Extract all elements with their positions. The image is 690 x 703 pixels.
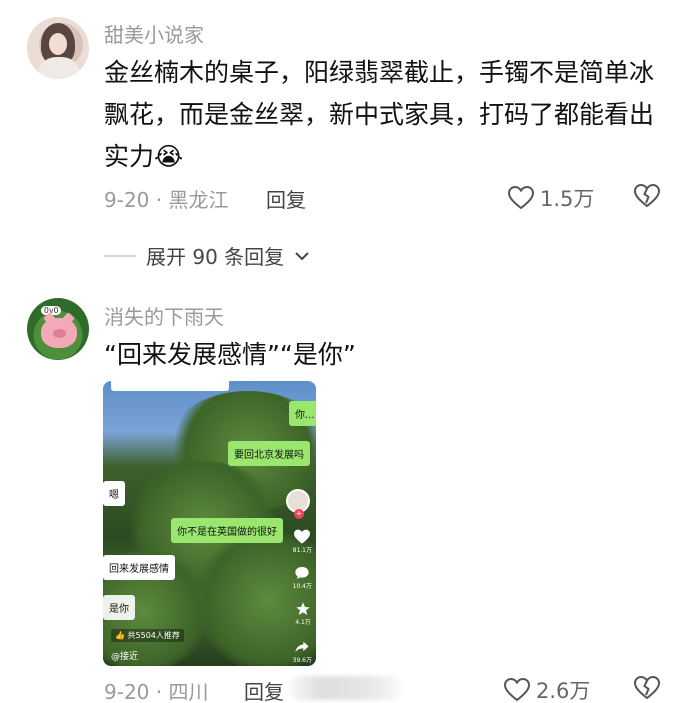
user-avatar[interactable]: OvO [27, 298, 89, 360]
thumbs-up-icon: 👍 [115, 631, 125, 640]
reply-button[interactable]: 回复 [244, 676, 284, 703]
chat-message: 嗯 [103, 481, 125, 506]
video-comment-stat: 10.4万 [293, 565, 312, 590]
dislike-button[interactable] [634, 184, 660, 208]
comment-text: 金丝楠木的桌子，阳绿翡翠截止，手镯不是简单冰 飘花，而是金丝翠，新中式家具，打码… [104, 52, 654, 178]
star-icon [296, 602, 310, 615]
video-comment-count: 10.4万 [292, 583, 312, 590]
video-share-stat: 39.6万 [293, 639, 312, 664]
heart-icon [504, 678, 530, 702]
like-button[interactable]: 1.5万 [508, 183, 594, 213]
username[interactable]: 甜美小说家 [104, 19, 204, 48]
video-star-stat: 4.1万 [294, 601, 312, 626]
creator-avatar: + [286, 489, 310, 519]
crying-face-icon: 😭 [154, 142, 184, 171]
like-count: 1.5万 [540, 187, 595, 211]
reply-button[interactable]: 回复 [266, 184, 306, 213]
follow-plus-icon: + [294, 509, 304, 519]
cropped-header [111, 381, 229, 391]
user-avatar[interactable] [27, 17, 89, 79]
heart-icon [508, 186, 534, 210]
chat-message: 回来发展感情 [103, 555, 175, 580]
recommend-bar: 👍 共5504人推荐 [111, 629, 184, 642]
expand-replies-label: 展开 90 条回复 [146, 245, 285, 269]
video-share-count: 39.6万 [292, 657, 312, 664]
video-star-count: 4.1万 [295, 619, 311, 626]
comment-icon [295, 567, 309, 579]
broken-heart-icon [634, 184, 660, 208]
video-like-count: 81.1万 [292, 547, 312, 554]
recommend-count: 共5504人推荐 [127, 631, 180, 640]
comment-image[interactable]: 你... 要回北京发展吗 嗯 你不是在英国做的很好 回来发展感情 是你 + 81… [103, 381, 316, 666]
chat-message: 要回北京发展吗 [228, 441, 310, 466]
like-count: 2.6万 [536, 679, 591, 703]
chat-message: 你... [289, 401, 316, 426]
comment-line: 飘花，而是金丝翠，新中式家具，打码了都能看出 [104, 100, 655, 129]
chat-message: 是你 [103, 595, 135, 620]
heart-icon [294, 529, 311, 544]
comment-line: 实力😭 [104, 136, 654, 178]
chat-message: 你不是在英国做的很好 [171, 518, 283, 543]
video-like-stat: 81.1万 [293, 529, 312, 554]
comment-text: “回来发展感情”“是你” [104, 340, 356, 369]
video-location: @接近 [111, 652, 139, 662]
comment-line-text: 实力 [104, 142, 155, 171]
dislike-button[interactable] [634, 676, 660, 700]
comment-line: 金丝楠木的桌子，阳绿翡翠截止，手镯不是简单冰 [104, 58, 655, 87]
blurred-overlay [288, 676, 402, 700]
comment-meta: 9-20 · 四川 [104, 680, 209, 703]
expand-replies-button[interactable]: 展开 90 条回复 [104, 241, 310, 270]
broken-heart-icon [634, 676, 660, 700]
pig-icon [41, 312, 77, 348]
share-icon [295, 641, 309, 653]
username[interactable]: 消失的下雨天 [104, 301, 224, 330]
like-button[interactable]: 2.6万 [504, 675, 590, 703]
divider-line [104, 254, 136, 257]
comment-meta: 9-20 · 黑龙江 [104, 188, 229, 212]
chevron-down-icon [295, 251, 309, 260]
